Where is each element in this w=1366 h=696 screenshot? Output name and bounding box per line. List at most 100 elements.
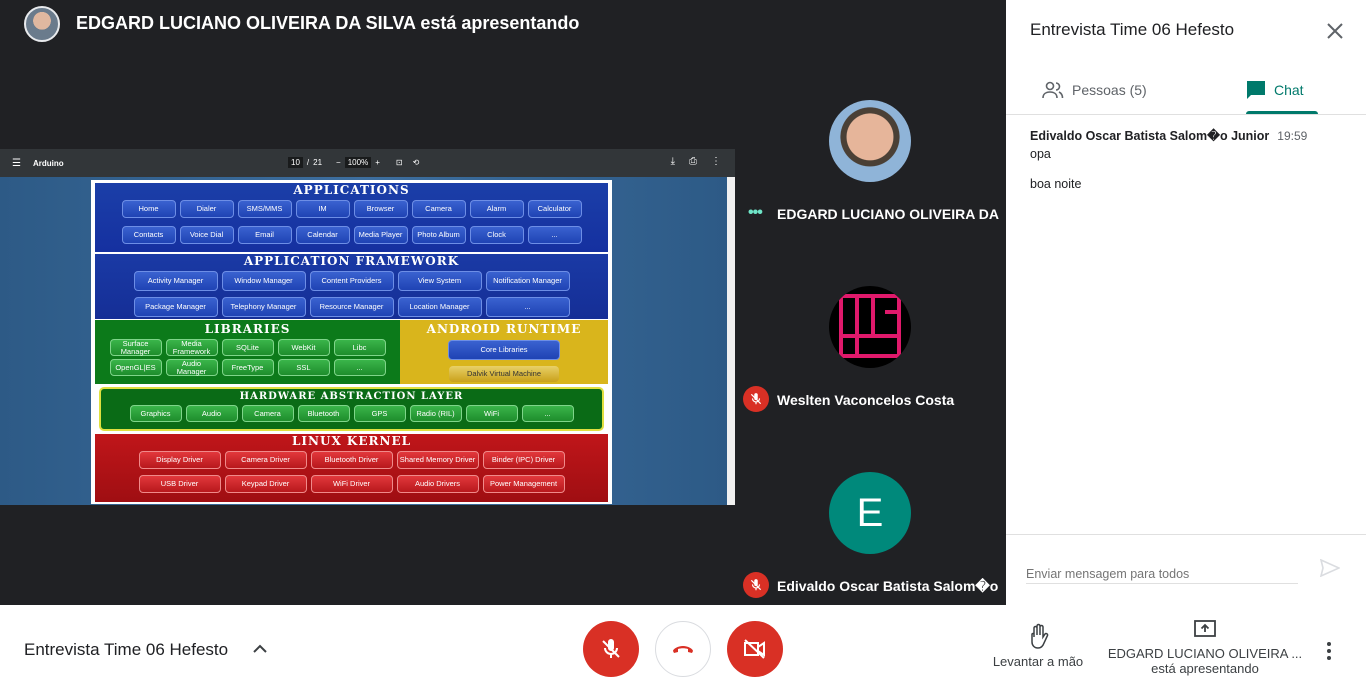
control-bar: Entrevista Time 06 Hefesto Levantar a mã… <box>0 605 1366 696</box>
slide-box: Libc <box>333 339 386 356</box>
participant-name: Weslten Vaconcelos Costa <box>777 392 955 408</box>
slide-box: Photo Album <box>411 226 466 244</box>
slide-box: Core Libraries <box>448 340 560 360</box>
applications-layer: Applications Home Dialer SMS/MMS IM Browser C… <box>95 183 608 252</box>
slide-box: WiFi Driver <box>310 475 393 493</box>
message-text: opa <box>1030 147 1051 161</box>
participant-tile[interactable]: E Edivaldo Oscar Batista Salom�o ... <box>735 419 1006 605</box>
slide-box: Activity Manager <box>133 271 218 291</box>
slide-box: Keypad Driver <box>224 475 307 493</box>
message-text: boa noite <box>1030 177 1082 191</box>
slide-box: Dalvik Virtual Machine <box>449 366 559 382</box>
presenting-sublabel: está apresentando <box>1151 661 1259 676</box>
zoom-out-icon[interactable]: − <box>336 158 341 167</box>
slide-box: ... <box>521 405 574 422</box>
pdf-zoom[interactable]: 100% <box>344 157 372 168</box>
tab-chat-label: Chat <box>1274 82 1304 98</box>
tab-people[interactable]: Pessoas (5) <box>1042 66 1147 114</box>
presenter-label: EDGARD LUCIANO OLIVEIRA DA SILVA está ap… <box>76 13 580 33</box>
layer-title: Hardware Abstraction Layer <box>239 391 464 402</box>
menu-icon[interactable]: ☰ <box>12 158 21 169</box>
pdf-page-current[interactable]: 10 <box>288 157 303 168</box>
divider <box>1006 114 1366 115</box>
runtime-layer: Android Runtime Core Libraries Dalvik Vir… <box>400 320 608 384</box>
send-button[interactable] <box>1319 558 1341 582</box>
slide-box: View System <box>397 271 482 291</box>
slide-box: Location Manager <box>397 297 482 317</box>
slide-box: Calendar <box>295 226 350 244</box>
more-vert-icon <box>1327 642 1331 660</box>
participant-avatar: E <box>829 472 911 554</box>
slide-box: Audio <box>185 405 238 422</box>
hal-layer: Hardware Abstraction Layer Graphics Audio… <box>99 387 604 431</box>
slide-box: Clock <box>469 226 524 244</box>
presenting-button[interactable]: EDGARD LUCIANO OLIVEIRA ... está apresen… <box>1104 619 1306 676</box>
slide-box: Email <box>237 226 292 244</box>
slide-box: Calculator <box>527 200 582 218</box>
libraries-layer: Libraries Surface Manager Media Framework… <box>95 320 400 384</box>
participant-avatar <box>829 100 911 182</box>
participant-tile[interactable]: Weslten Vaconcelos Costa <box>735 233 1006 419</box>
kernel-layer: Linux Kernel Display Driver Camera Driver… <box>95 434 608 502</box>
slide-box: IM <box>295 200 350 218</box>
slide-box: Audio Drivers <box>396 475 479 493</box>
slide-box: Display Driver <box>138 451 221 469</box>
more-options-button[interactable] <box>1326 641 1332 666</box>
present-screen-icon <box>1194 620 1216 637</box>
slide-box: ... <box>527 226 582 244</box>
rotate-icon[interactable]: ⟲ <box>413 158 420 167</box>
pdf-page-sep: / <box>306 158 310 167</box>
slide-box: Contacts <box>121 226 176 244</box>
close-panel-button[interactable] <box>1322 18 1348 44</box>
slide-box: Camera <box>241 405 294 422</box>
speaking-indicator-icon: ••• <box>748 204 763 221</box>
slide-box: Bluetooth <box>297 405 350 422</box>
send-icon <box>1319 558 1341 578</box>
people-icon <box>1042 81 1064 99</box>
tab-chat[interactable]: Chat <box>1246 66 1318 114</box>
slide-box: FreeType <box>221 359 274 376</box>
slide-box: Power Management <box>482 475 565 493</box>
participant-tile[interactable]: ••• EDGARD LUCIANO OLIVEIRA DA ... <box>735 47 1006 233</box>
zoom-in-icon[interactable]: + <box>375 158 380 167</box>
slide-box: Binder (IPC) Driver <box>482 451 565 469</box>
download-icon[interactable]: ⤓ <box>671 156 675 167</box>
slide-box: SQLite <box>221 339 274 356</box>
camera-off-icon <box>744 639 765 659</box>
pdf-scrollbar[interactable] <box>727 177 735 505</box>
toggle-mic-button[interactable] <box>583 621 639 677</box>
slide-box: SSL <box>277 359 330 376</box>
presenter-avatar <box>24 5 60 42</box>
chat-message-input[interactable] <box>1026 564 1298 584</box>
slide-box: Graphics <box>129 405 182 422</box>
more-vert-icon[interactable]: ⋮ <box>711 156 721 167</box>
mic-off-icon <box>743 386 769 412</box>
slide-box: Resource Manager <box>309 297 394 317</box>
meeting-details-button[interactable] <box>252 641 268 660</box>
leave-call-button[interactable] <box>655 621 711 677</box>
slide-box: Browser <box>353 200 408 218</box>
slide-box: Home <box>121 200 176 218</box>
mic-off-icon <box>743 572 769 598</box>
slide-box: WebKit <box>277 339 330 356</box>
layer-title: Linux Kernel <box>291 434 412 448</box>
slide-box: Surface Manager <box>109 339 162 356</box>
compose-area <box>1006 534 1366 605</box>
shared-screen[interactable]: ☰ Arduino 10 / 21 − 100% + ⊡ ⟲ ⤓ ⎙ ⋮ App… <box>0 149 735 505</box>
layer-title: Android Runtime <box>426 322 582 336</box>
layer-title: Application Framework <box>243 254 460 268</box>
fit-page-icon[interactable]: ⊡ <box>396 158 403 167</box>
meeting-name[interactable]: Entrevista Time 06 Hefesto <box>24 640 228 660</box>
raise-hand-button[interactable]: Levantar a mão <box>982 623 1094 669</box>
slide-box: Camera Driver <box>224 451 307 469</box>
pdf-page-total: 21 <box>313 158 323 167</box>
chat-icon <box>1247 81 1265 99</box>
android-architecture-slide: Applications Home Dialer SMS/MMS IM Browser C… <box>91 180 612 504</box>
layer-title: Libraries <box>204 322 291 336</box>
raise-hand-label: Levantar a mão <box>992 654 1084 669</box>
slide-box: Bluetooth Driver <box>310 451 393 469</box>
print-icon[interactable]: ⎙ <box>689 156 697 167</box>
toggle-camera-button[interactable] <box>727 621 783 677</box>
slide-box: SMS/MMS <box>237 200 292 218</box>
chat-message: Edivaldo Oscar Batista Salom�o Junior 19… <box>1030 128 1350 191</box>
